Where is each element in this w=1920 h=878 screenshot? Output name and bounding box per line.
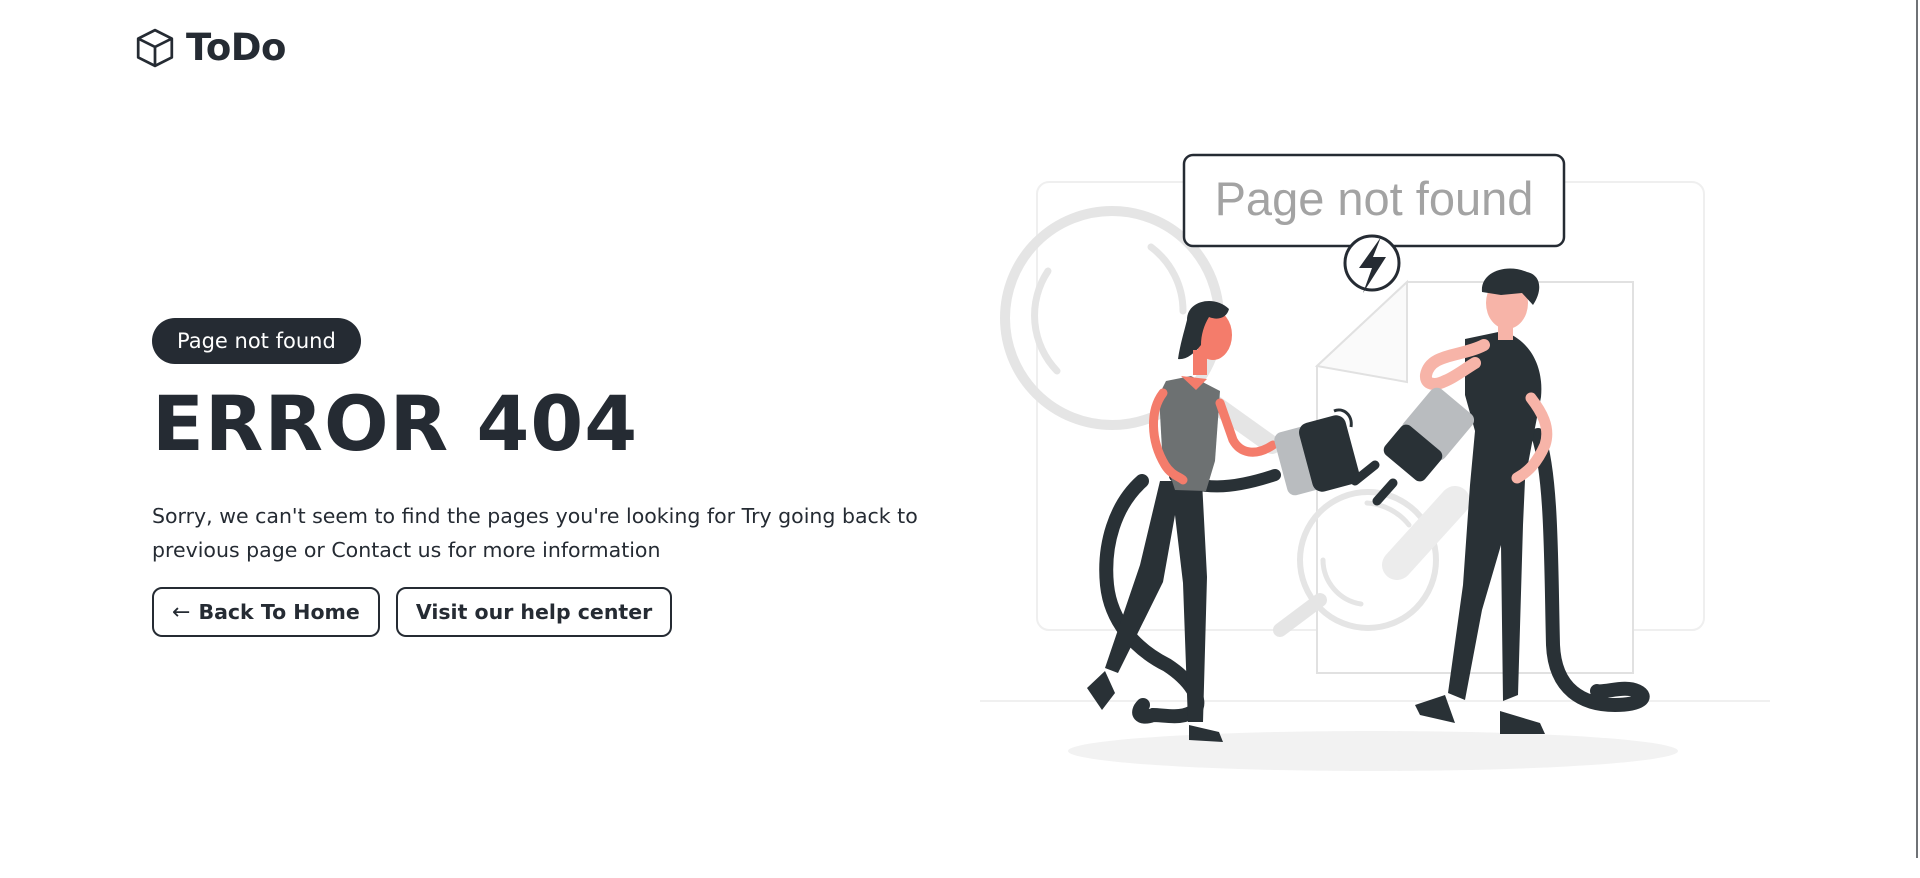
cube-icon bbox=[136, 28, 174, 67]
error-hero: Page not found ERROR 404 Sorry, we can't… bbox=[152, 318, 932, 637]
back-to-home-label: Back To Home bbox=[198, 600, 360, 624]
page-scrollbar[interactable] bbox=[1914, 0, 1920, 878]
back-to-home-button[interactable]: ← Back To Home bbox=[152, 587, 380, 637]
page-title: ERROR 404 bbox=[152, 379, 639, 468]
illustration-svg: Page not found bbox=[980, 153, 1770, 771]
action-buttons: ← Back To Home Visit our help center bbox=[152, 587, 932, 637]
arrow-left-icon: ← bbox=[172, 599, 191, 625]
error-description: Sorry, we can't seem to find the pages y… bbox=[152, 504, 918, 562]
scrollbar-thumb[interactable] bbox=[1916, 0, 1918, 858]
page-not-found-illustration: Page not found bbox=[975, 145, 1775, 785]
status-badge: Page not found bbox=[152, 318, 361, 364]
help-center-label: Visit our help center bbox=[415, 600, 653, 624]
help-center-button[interactable]: Visit our help center bbox=[395, 587, 673, 637]
brand-logo-link[interactable]: ToDo bbox=[134, 26, 286, 69]
speech-bubble-text: Page not found bbox=[1215, 172, 1534, 225]
brand-name: ToDo bbox=[186, 26, 286, 69]
